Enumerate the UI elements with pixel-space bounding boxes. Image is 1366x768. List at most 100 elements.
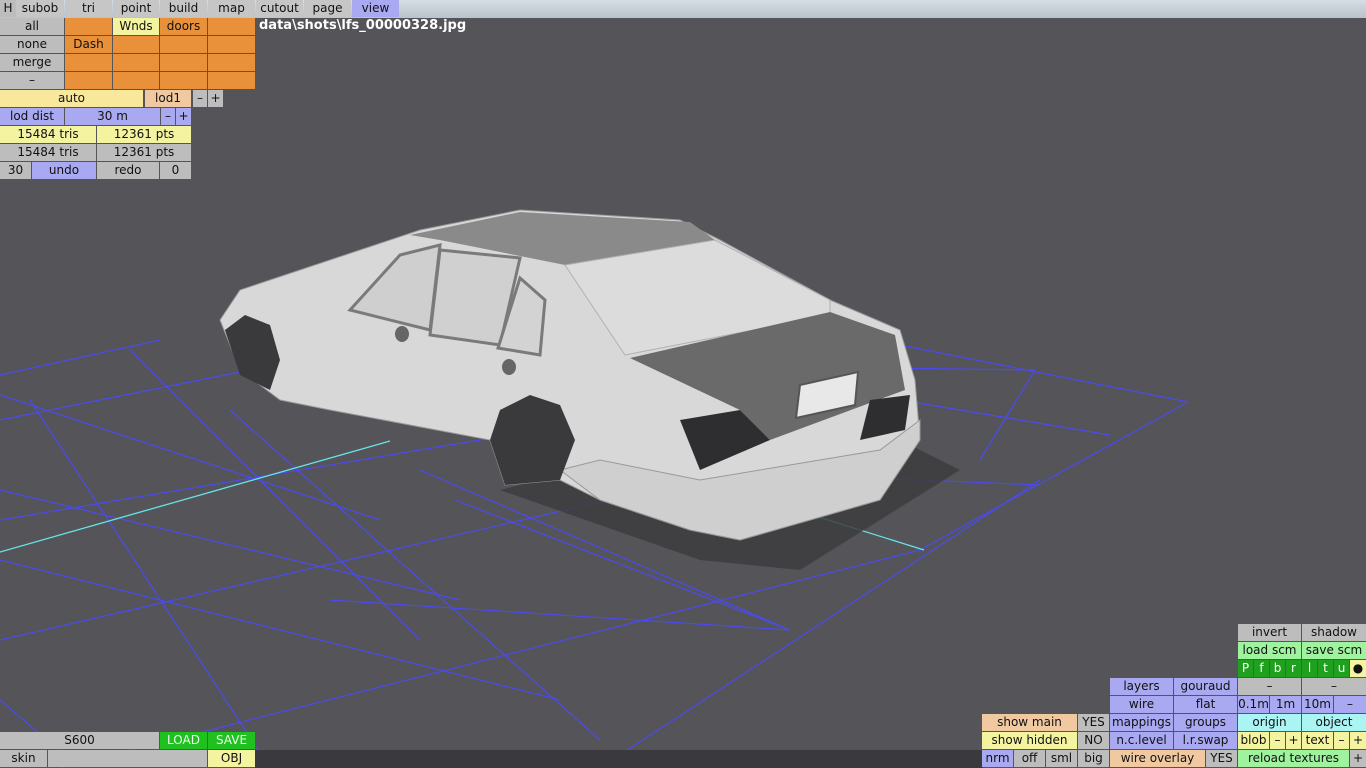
- tris-count-total: 15484 tris: [0, 144, 96, 161]
- group-slot[interactable]: [160, 72, 207, 89]
- tab-subob[interactable]: subob: [16, 0, 64, 17]
- blob-plus-button[interactable]: +: [1286, 732, 1301, 749]
- nrm-button[interactable]: nrm: [982, 750, 1013, 767]
- load-button[interactable]: LOAD: [160, 732, 207, 749]
- tab-page[interactable]: page: [304, 0, 351, 17]
- view-dot-button[interactable]: ●: [1350, 660, 1366, 677]
- tab-view[interactable]: view: [352, 0, 399, 17]
- lod-dist-minus-button[interactable]: –: [161, 108, 175, 125]
- pts-count-total: 12361 pts: [97, 144, 191, 161]
- tab-cutout[interactable]: cutout: [256, 0, 303, 17]
- wire-overlay-toggle[interactable]: YES: [1206, 750, 1237, 767]
- flat-button[interactable]: flat: [1174, 696, 1237, 713]
- select-all-button[interactable]: all: [0, 18, 64, 35]
- group-slot[interactable]: [113, 36, 159, 53]
- show-main-label[interactable]: show main: [982, 714, 1077, 731]
- groups-button[interactable]: groups: [1174, 714, 1237, 731]
- view-l-button[interactable]: l: [1302, 660, 1317, 677]
- minus-button[interactable]: –: [1238, 678, 1301, 695]
- tab-point[interactable]: point: [113, 0, 159, 17]
- group-slot[interactable]: [113, 54, 159, 71]
- lod-plus-button[interactable]: +: [208, 90, 223, 107]
- group-slot[interactable]: [113, 72, 159, 89]
- reload-textures-button[interactable]: reload textures: [1238, 750, 1349, 767]
- group-slot[interactable]: [160, 36, 207, 53]
- merge-button[interactable]: merge: [0, 54, 64, 71]
- grid-minus-button[interactable]: –: [1334, 696, 1366, 713]
- lr-swap-button[interactable]: l.r.swap: [1174, 732, 1237, 749]
- undo-count: 30: [0, 162, 31, 179]
- blob-label: blob: [1238, 732, 1269, 749]
- lod-minus-button[interactable]: –: [193, 90, 207, 107]
- sml-button[interactable]: sml: [1046, 750, 1077, 767]
- show-hidden-label[interactable]: show hidden: [982, 732, 1077, 749]
- view-p-button[interactable]: P: [1238, 660, 1253, 677]
- save-scm-button[interactable]: save scm: [1302, 642, 1366, 659]
- load-scm-button[interactable]: load scm: [1238, 642, 1301, 659]
- object-button[interactable]: object: [1302, 714, 1366, 731]
- view-u-button[interactable]: u: [1334, 660, 1349, 677]
- file-path: data\shots\lfs_00000328.jpg: [259, 18, 467, 33]
- view-f-button[interactable]: f: [1254, 660, 1269, 677]
- undo-button[interactable]: undo: [32, 162, 96, 179]
- gouraud-button[interactable]: gouraud: [1174, 678, 1237, 695]
- skin-label: skin: [0, 750, 47, 767]
- lod-dist-plus-button[interactable]: +: [176, 108, 191, 125]
- grid-1m-button[interactable]: 1m: [1270, 696, 1301, 713]
- group-slot[interactable]: [65, 18, 112, 35]
- blob-minus-button[interactable]: –: [1270, 732, 1285, 749]
- tab-tri[interactable]: tri: [65, 0, 112, 17]
- group-slot[interactable]: [208, 18, 255, 35]
- pts-count: 12361 pts: [97, 126, 191, 143]
- mappings-button[interactable]: mappings: [1110, 714, 1173, 731]
- view-r-button[interactable]: r: [1286, 660, 1301, 677]
- group-slot[interactable]: [65, 54, 112, 71]
- group-wnds[interactable]: Wnds: [113, 18, 159, 35]
- group-slot[interactable]: [160, 54, 207, 71]
- shadow-button[interactable]: shadow: [1302, 624, 1366, 641]
- wire-overlay-label[interactable]: wire overlay: [1110, 750, 1205, 767]
- 3d-viewport[interactable]: [0, 0, 1366, 768]
- grid-0-1m-button[interactable]: 0.1m: [1238, 696, 1269, 713]
- text-minus-button[interactable]: –: [1334, 732, 1349, 749]
- wire-button[interactable]: wire: [1110, 696, 1173, 713]
- minus-button[interactable]: –: [1302, 678, 1366, 695]
- group-slot[interactable]: [65, 72, 112, 89]
- view-t-button[interactable]: t: [1318, 660, 1333, 677]
- tris-count: 15484 tris: [0, 126, 96, 143]
- invert-button[interactable]: invert: [1238, 624, 1301, 641]
- lod-dist-label: lod dist: [0, 108, 64, 125]
- text-label: text: [1302, 732, 1333, 749]
- layers-button[interactable]: layers: [1110, 678, 1173, 695]
- save-button[interactable]: SAVE: [208, 732, 255, 749]
- view-b-button[interactable]: b: [1270, 660, 1285, 677]
- skin-field[interactable]: [48, 750, 207, 767]
- text-plus-button[interactable]: +: [1350, 732, 1366, 749]
- lod1-button[interactable]: lod1: [145, 90, 191, 107]
- big-button[interactable]: big: [1078, 750, 1109, 767]
- status-bar: [255, 750, 983, 768]
- obj-button[interactable]: OBJ: [208, 750, 255, 767]
- redo-count: 0: [160, 162, 191, 179]
- model-name-field[interactable]: S600: [0, 732, 159, 749]
- group-slot[interactable]: [208, 72, 255, 89]
- show-hidden-toggle[interactable]: NO: [1078, 732, 1109, 749]
- grid-10m-button[interactable]: 10m: [1302, 696, 1333, 713]
- tab-build[interactable]: build: [160, 0, 207, 17]
- group-slot[interactable]: [208, 54, 255, 71]
- group-dash[interactable]: Dash: [65, 36, 112, 53]
- show-main-toggle[interactable]: YES: [1078, 714, 1109, 731]
- tab-map[interactable]: map: [208, 0, 255, 17]
- off-button[interactable]: off: [1014, 750, 1045, 767]
- lod-auto-button[interactable]: auto: [0, 90, 143, 107]
- group-slot[interactable]: [208, 36, 255, 53]
- select-none-button[interactable]: none: [0, 36, 64, 53]
- redo-button[interactable]: redo: [97, 162, 159, 179]
- minus-button[interactable]: –: [0, 72, 64, 89]
- origin-button[interactable]: origin: [1238, 714, 1301, 731]
- lod-dist-value[interactable]: 30 m: [65, 108, 160, 125]
- nc-level-button[interactable]: n.c.level: [1110, 732, 1173, 749]
- group-doors[interactable]: doors: [160, 18, 207, 35]
- reload-extra-button[interactable]: +: [1350, 750, 1366, 767]
- h-button[interactable]: H: [0, 0, 16, 17]
